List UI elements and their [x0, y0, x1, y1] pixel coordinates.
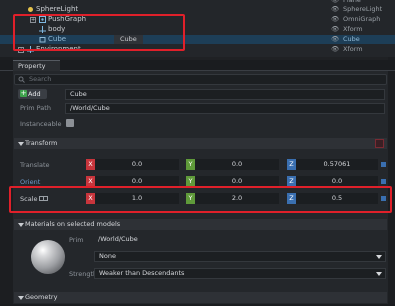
eye-icon[interactable]: 👁 [331, 45, 339, 54]
translate-label: Translate [20, 161, 50, 169]
right-panel-edge [388, 57, 395, 306]
search-icon [18, 76, 25, 83]
collapse-triangle-icon [18, 223, 24, 227]
translate-key-icon[interactable] [381, 162, 386, 167]
instanceable-checkbox[interactable] [66, 119, 74, 127]
chevron-down-icon [376, 255, 382, 259]
translate-z-field[interactable]: 0.57061 [296, 159, 378, 170]
highlight-box [9, 186, 392, 213]
prim-path-field[interactable]: /World/Cube [65, 103, 385, 114]
material-prim-path: /World/Cube [98, 235, 138, 243]
collapse-triangle-icon [18, 296, 24, 300]
add-button-label: Add [28, 90, 41, 98]
tree-item-type: Cube [343, 35, 360, 43]
material-preview-sphere [31, 240, 65, 274]
z-axis-label: Z [287, 159, 296, 170]
eye-icon[interactable]: 👁 [331, 15, 339, 24]
chevron-down-icon [376, 272, 382, 276]
search-input[interactable]: Search [14, 74, 387, 85]
prim-label: Prim [69, 236, 84, 244]
strength-select[interactable]: Weaker than Descendants [94, 268, 386, 279]
strength-label: Strength [69, 270, 98, 278]
orient-key-icon[interactable] [381, 179, 386, 184]
translate-x-field[interactable]: 0.0 [95, 159, 179, 170]
geometry-section-header[interactable]: Geometry [14, 292, 387, 303]
y-axis-label: Y [186, 159, 195, 170]
collapse-triangle-icon [18, 142, 24, 146]
eye-icon[interactable]: 👁 [331, 25, 339, 34]
tree-row-spherelight[interactable]: SphereLight 👁 SphereLight [0, 5, 395, 14]
x-axis-label: X [86, 159, 95, 170]
stage-tree: 👁 Plane SphereLight 👁 SphereLight + Push… [0, 0, 395, 57]
light-icon [28, 7, 33, 12]
prim-path-label: Prim Path [20, 104, 51, 112]
property-tabbar: Property [0, 60, 395, 71]
eye-icon[interactable]: 👁 [331, 35, 339, 44]
section-title: Transform [25, 139, 58, 147]
tree-item-type: Xform [343, 25, 363, 33]
tab-property[interactable]: Property [13, 60, 60, 71]
translate-y-field[interactable]: 0.0 [195, 159, 279, 170]
name-field[interactable]: Cube [65, 89, 385, 100]
material-select-value: None [99, 252, 116, 260]
transform-section-header[interactable]: Transform [14, 138, 387, 149]
tree-item-type: Xform [343, 45, 363, 53]
tree-item-label: SphereLight [36, 5, 79, 13]
left-panel-edge [0, 57, 13, 306]
materials-section-header[interactable]: Materials on selected models [14, 219, 387, 230]
material-select[interactable]: None [94, 251, 386, 262]
transform-settings-icon[interactable] [375, 139, 384, 148]
tree-item-type: SphereLight [343, 5, 383, 13]
add-button[interactable]: + Add [18, 89, 47, 99]
instanceable-label: Instanceable [20, 120, 62, 128]
eye-icon[interactable]: 👁 [331, 5, 339, 14]
section-title: Geometry [25, 293, 58, 301]
tree-item-type: OmniGraph [343, 15, 381, 23]
highlight-box [13, 14, 185, 51]
orient-label[interactable]: Orient [20, 178, 40, 186]
strength-select-value: Weaker than Descendants [99, 269, 185, 277]
section-title: Materials on selected models [25, 220, 121, 228]
plus-icon: + [20, 89, 27, 97]
